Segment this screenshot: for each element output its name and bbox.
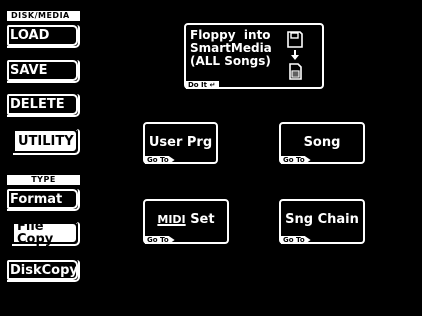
save-button[interactable]: SAVE — [7, 60, 80, 83]
midi-set-panel[interactable]: MIDI Set Go To — [143, 199, 229, 244]
operation-line2: SmartMedia — [190, 41, 272, 55]
song-label: Song — [303, 135, 341, 150]
midi-set-label: MIDI Set — [145, 212, 227, 227]
goto-tag[interactable]: Go To — [145, 236, 175, 244]
midi-logo: MIDI — [157, 213, 186, 226]
sng-chain-panel[interactable]: Sng Chain Go To — [279, 199, 365, 244]
utility-button[interactable]: UTILITY — [13, 129, 80, 155]
goto-tag[interactable]: Go To — [281, 156, 311, 164]
diskcopy-label: DiskCopy — [10, 262, 78, 278]
goto-tag[interactable]: Go To — [145, 156, 175, 164]
operation-text: Floppy into SmartMedia (ALL Songs) — [190, 29, 272, 68]
format-button[interactable]: Format — [7, 189, 80, 211]
user-prg-label: User Prg — [148, 135, 213, 150]
arrow-down-icon — [291, 50, 299, 60]
operation-box[interactable]: Floppy into SmartMedia (ALL Songs) Do It… — [184, 23, 324, 89]
song-panel[interactable]: Song Go To — [279, 122, 365, 164]
disk-media-header: DISK/MEDIA — [7, 11, 80, 21]
delete-button[interactable]: DELETE — [7, 94, 80, 117]
goto-tag[interactable]: Go To — [281, 236, 311, 244]
diskcopy-button[interactable]: DiskCopy — [7, 260, 80, 282]
load-button[interactable]: LOAD — [7, 25, 80, 48]
file-copy-button[interactable]: File Copy — [12, 219, 80, 247]
operation-line3: (ALL Songs) — [190, 54, 271, 68]
type-header: TYPE — [7, 175, 80, 185]
operation-line1: Floppy into — [190, 28, 271, 42]
utility-label: UTILITY — [18, 133, 74, 149]
user-prg-panel[interactable]: User Prg Go To — [143, 122, 218, 164]
save-label: SAVE — [10, 63, 48, 78]
smartmedia-card-icon — [289, 63, 302, 80]
set-label: Set — [190, 212, 215, 227]
format-label: Format — [10, 191, 63, 207]
delete-label: DELETE — [10, 97, 65, 112]
file-copy-label: File Copy — [17, 219, 54, 247]
floppy-disk-icon — [287, 31, 303, 48]
do-it-tag[interactable]: Do It ↵ — [186, 81, 220, 89]
sng-chain-label: Sng Chain — [285, 212, 359, 227]
load-label: LOAD — [10, 28, 50, 43]
